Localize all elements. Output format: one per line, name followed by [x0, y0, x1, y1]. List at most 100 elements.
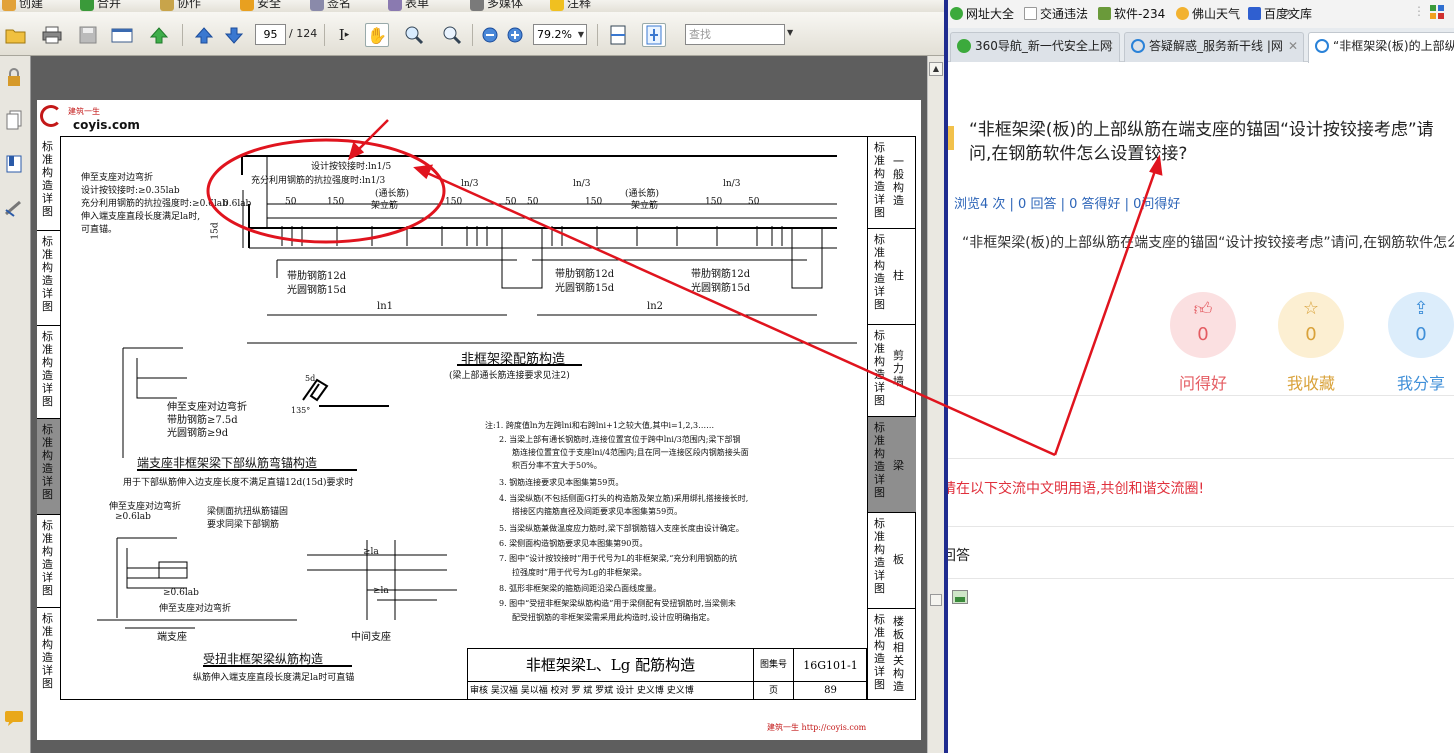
ln3-label: ln/3 — [723, 179, 741, 189]
lock-icon[interactable] — [3, 68, 25, 90]
share-button[interactable]: ⇪ 0 我分享 — [1386, 292, 1454, 394]
text-select-tool[interactable]: I ▸ — [332, 23, 356, 47]
vertical-scrollbar[interactable]: ▲ — [927, 56, 944, 753]
civility-notice: 请在以下交流中文明用语,共创和谐交流圈! — [948, 481, 1205, 497]
open-folder-button[interactable] — [4, 23, 28, 47]
left-note-4: 伸入端支座直段长度满足la时, — [81, 212, 201, 222]
arrow-up-icon — [194, 27, 214, 44]
scroll-up-arrow-icon[interactable]: ▲ — [929, 62, 943, 76]
disk-icon — [79, 26, 97, 44]
tab-qa-service[interactable]: 答疑解惑_服务新干线 |网 ✕ — [1124, 32, 1304, 62]
ge-la-label: ≥la — [363, 547, 379, 557]
note-line: 配受扭钢筋的非框架梁需采用此构造时,设计应明确指定。 — [512, 613, 715, 622]
pages-icon[interactable] — [3, 110, 25, 132]
bookmarks-icon[interactable] — [3, 154, 25, 176]
divider — [948, 458, 1454, 459]
apps-grid-icon[interactable] — [1430, 5, 1446, 21]
menu-merge[interactable]: 合并 — [80, 0, 121, 11]
note-line: 9. 图中“受扭非框架梁纵筋构造”用于梁侧配有受扭钢筋时,当梁侧未 — [499, 599, 736, 608]
scroll-mode-button[interactable] — [606, 23, 630, 47]
favorite-item[interactable]: 网址大全 — [950, 5, 1014, 22]
page-number-input[interactable]: 95 — [255, 24, 286, 45]
ask-good-button[interactable]: 👍︎ 0 问得好 — [1168, 292, 1238, 394]
atlas-number: 16G101-1 — [794, 649, 867, 682]
menu-create[interactable]: 创建 — [2, 0, 43, 11]
arrow-down-icon — [224, 27, 244, 44]
favorite-label: 我收藏 — [1286, 374, 1335, 393]
zoom-level-select[interactable]: 79.2% ▼ — [533, 24, 587, 45]
find-input[interactable]: 查找 — [685, 24, 785, 45]
menu-comment[interactable]: 注释 — [550, 0, 591, 11]
angle-135-label: 135° — [291, 406, 311, 415]
plain-bar-label: 光圆钢筋15d — [287, 285, 347, 296]
share-count: 0 — [1415, 324, 1427, 345]
prev-page-button[interactable] — [192, 23, 216, 47]
note-line: 2. 当梁上部有通长钢筋时,连接位置宜位于跨中lni/3范围内;梁下部钢 — [499, 435, 741, 444]
zoom-tool[interactable] — [440, 23, 464, 47]
ie-icon — [1131, 39, 1145, 53]
plain-bar-label: 光圆钢筋15d — [555, 283, 615, 294]
marquee-zoom-tool[interactable] — [402, 23, 426, 47]
frame-bar-text-2: 架立筋 — [631, 201, 659, 211]
note-line: 筋连接位置宜位于支座lni/4范围内;且在同一连接区段内钢筋接头面 — [512, 448, 749, 457]
question-stats[interactable]: 浏览4 次 | 0 回答 | 0 答得好 | 0问得好 — [954, 193, 1180, 212]
create-icon — [2, 0, 16, 11]
save-button[interactable] — [76, 23, 100, 47]
email-button[interactable] — [110, 23, 134, 47]
close-tab-icon[interactable]: ✕ — [1288, 33, 1298, 59]
drawing-title: 非框架梁L、Lg 配筋构造 — [468, 649, 754, 682]
title-block: 非框架梁L、Lg 配筋构造 图集号 16G101-1 审核 吴汉福 吴以福 校对… — [467, 648, 867, 700]
torsion-subtitle: 纵筋伸入端支座直段长度满足la时可直锚 — [193, 673, 355, 683]
menu-multimedia[interactable]: 多媒体 — [470, 0, 523, 11]
zoom-out-button[interactable] — [478, 23, 502, 47]
pdf-toolbar: 95 / 124 I ▸ ✋ 79.2% ▼ 查找 ▼ — [0, 12, 946, 56]
scroll-thumb[interactable] — [930, 594, 942, 606]
menu-collaborate[interactable]: 协作 — [160, 0, 201, 11]
favorite-item[interactable]: 百度文库 — [1248, 5, 1312, 22]
ln3-label: ln/3 — [573, 179, 591, 189]
magnifier-icon — [443, 26, 462, 45]
scroll-page-icon — [610, 25, 626, 45]
favorite-item[interactable]: 软件-234 — [1098, 5, 1165, 22]
torsion-note-5: ≥0.6lab — [163, 588, 199, 598]
note-line: 积百分率不宜大于50%。 — [512, 461, 602, 470]
left-note-2: 设计按铰接时:≥0.35lab — [81, 186, 180, 196]
signatures-icon[interactable] — [3, 198, 25, 220]
dim-150: 150 — [705, 197, 723, 207]
comments-panel-icon[interactable] — [3, 710, 25, 732]
house-icon — [1098, 7, 1111, 20]
share-label: 我分享 — [1396, 374, 1445, 393]
menu-sign[interactable]: 签名 — [310, 0, 351, 11]
note-line: 拉强度时”用于代号为Lg的非框架梁。 — [512, 568, 647, 577]
find-options-chevron-icon[interactable]: ▼ — [787, 28, 793, 37]
upload-button[interactable] — [147, 23, 171, 47]
ie-icon — [1315, 39, 1329, 53]
tab-360-nav[interactable]: 360导航_新一代安全上网 ✕ — [950, 32, 1120, 62]
more-options-icon[interactable]: ⋮ — [1413, 4, 1425, 18]
favorite-item[interactable]: 交通违法 — [1024, 5, 1088, 22]
menu-form[interactable]: 表单 — [388, 0, 429, 11]
close-tab-icon[interactable]: ✕ — [1104, 33, 1114, 59]
print-button[interactable] — [40, 23, 64, 47]
note-line: 4. 当梁纵筋(不包括侧面G打头的构造筋及架立筋)采用绑扎搭接接长时, — [499, 494, 749, 503]
page-number: 89 — [824, 685, 837, 696]
film-icon — [470, 0, 484, 11]
footer-url: 建筑一生 http://coyis.com — [767, 723, 867, 732]
tab-question[interactable]: “非框架梁(板)的上部纵 — [1308, 32, 1454, 63]
end-support-subtitle: 用于下部纵筋伸入边支座长度不满足直锚12d(15d)要求时 — [123, 478, 354, 488]
ask-good-count: 0 — [1197, 324, 1209, 345]
left-note-5: 可直锚。 — [81, 225, 118, 235]
favorite-button[interactable]: ☆ 0 我收藏 — [1276, 292, 1346, 394]
ln1-label: ln1 — [377, 301, 394, 312]
fit-page-button[interactable] — [642, 23, 666, 47]
zoom-in-button[interactable] — [503, 23, 527, 47]
menu-security[interactable]: 安全 — [240, 0, 281, 11]
favorite-item[interactable]: 佛山天气 — [1176, 5, 1240, 22]
note-line: 5. 当梁纵筋兼做温度应力筋时,梁下部钢筋锚入支座长度由设计确定。 — [499, 524, 744, 533]
next-page-button[interactable] — [222, 23, 246, 47]
thumbs-up-icon: 👍︎ — [1193, 299, 1213, 320]
favorites-more-button[interactable]: » — [1285, 3, 1294, 21]
image-icon[interactable] — [952, 590, 968, 604]
note-line: 8. 弧形非框架梁的箍筋间距沿梁凸面线度量。 — [499, 584, 662, 593]
hand-tool[interactable]: ✋ — [365, 23, 389, 47]
